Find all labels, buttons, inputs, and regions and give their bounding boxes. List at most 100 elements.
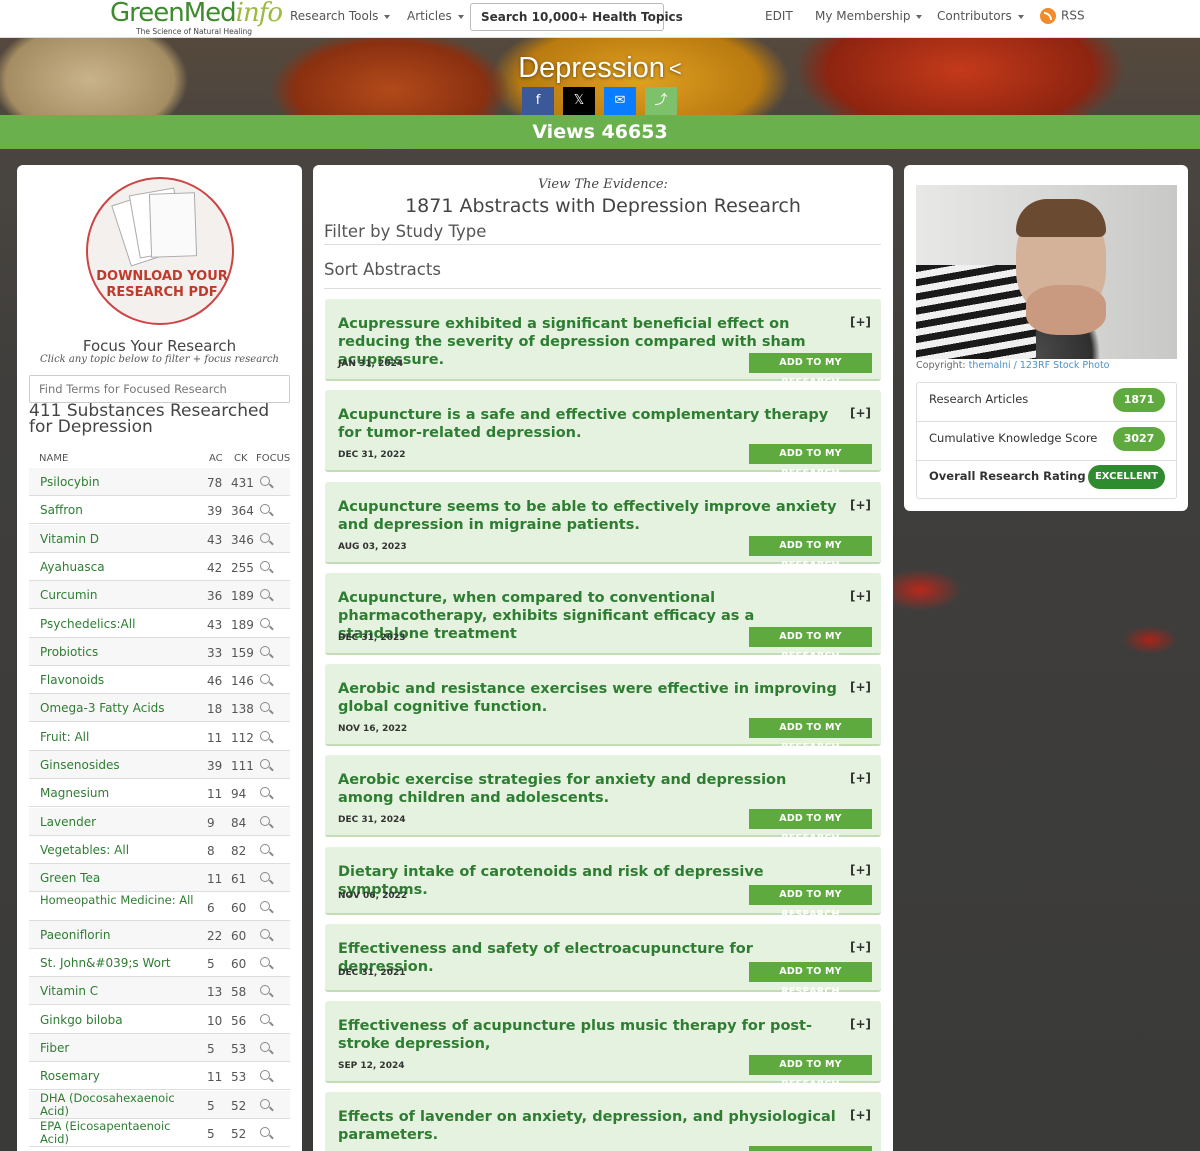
abstract-title-link[interactable]: Effectiveness of acupuncture plus music … [338, 1017, 838, 1053]
substance-row[interactable]: Paeoniflorin 22 60 [29, 920, 290, 949]
filter-study-type[interactable]: Filter by Study Type [324, 222, 881, 245]
focus-search-icon[interactable] [260, 589, 270, 600]
focus-search-icon[interactable] [260, 504, 270, 515]
substance-name[interactable]: Psychedelics:All [40, 617, 135, 631]
substance-row[interactable]: Fruit: All 11 112 [29, 722, 290, 751]
add-to-my-research-button[interactable]: ADD TO MY RESEARCH [749, 444, 872, 479]
substance-name[interactable]: DHA (Docosahexaenoic Acid) [40, 1091, 200, 1118]
substance-row[interactable]: Vitamin D 43 346 [29, 524, 290, 553]
substance-name[interactable]: Vitamin C [40, 985, 98, 998]
nav-contributors[interactable]: Contributors [937, 9, 1024, 23]
col-header-ac[interactable]: AC [209, 453, 223, 464]
expand-abstract-button[interactable]: [+] [850, 1017, 871, 1031]
add-to-my-research-button[interactable]: ADD TO MY RESEARCH [749, 809, 872, 844]
substance-name[interactable]: Saffron [40, 504, 83, 517]
focus-search-icon[interactable] [260, 787, 270, 798]
focus-search-icon[interactable] [260, 957, 270, 968]
substance-row[interactable]: Psychedelics:All 43 189 [29, 609, 290, 638]
abstract-title-link[interactable]: Acupuncture seems to be able to effectiv… [338, 498, 838, 534]
substance-name[interactable]: Rosemary [40, 1070, 100, 1083]
photo-credit-link[interactable]: themalni / 123RF Stock Photo [969, 360, 1110, 371]
add-to-my-research-button[interactable]: ADD TO MY RESEARCH [749, 885, 872, 920]
focus-search-input[interactable] [29, 375, 290, 403]
substance-name[interactable]: Flavonoids [40, 674, 104, 687]
add-to-my-research-button[interactable]: ADD TO MY RESEARCH [749, 353, 872, 388]
substance-name[interactable]: Vegetables: All [40, 843, 129, 857]
substance-row[interactable]: Homeopathic Medicine: All 6 60 [29, 892, 290, 921]
focus-search-icon[interactable] [260, 900, 270, 911]
add-to-my-research-button[interactable]: ADD TO MY RESEARCH [749, 718, 872, 753]
download-pdf-button[interactable]: DOWNLOAD YOUR RESEARCH PDF [86, 177, 234, 325]
facebook-share-button[interactable]: f [522, 87, 554, 115]
substance-name[interactable]: Probiotics [40, 645, 98, 659]
share-share-button[interactable]: ⤴ [645, 87, 677, 115]
nav-articles[interactable]: Articles [407, 9, 464, 23]
nav-research-tools[interactable]: Research Tools [290, 9, 391, 23]
focus-search-icon[interactable] [260, 617, 270, 628]
substance-name[interactable]: Fiber [40, 1042, 69, 1055]
substance-name[interactable]: Omega-3 Fatty Acids [40, 702, 165, 715]
expand-abstract-button[interactable]: [+] [850, 1108, 871, 1122]
substance-row[interactable]: St. John&#039;s Wort 5 60 [29, 949, 290, 978]
focus-search-icon[interactable] [260, 1126, 270, 1137]
add-to-my-research-button[interactable]: ADD TO MY RESEARCH [749, 1055, 872, 1090]
substance-name[interactable]: Magnesium [40, 787, 109, 800]
expand-abstract-button[interactable]: [+] [850, 940, 871, 954]
substance-row[interactable]: Lavender 9 84 [29, 807, 290, 836]
focus-search-icon[interactable] [260, 532, 270, 543]
expand-abstract-button[interactable]: [+] [850, 589, 871, 603]
substance-name[interactable]: Vitamin D [40, 532, 99, 546]
search-topics-button[interactable]: Search 10,000+ Health Topics [470, 3, 683, 31]
substance-name[interactable]: Paeoniflorin [40, 928, 111, 942]
substance-row[interactable]: Probiotics 33 159 [29, 637, 290, 666]
focus-search-icon[interactable] [260, 645, 270, 656]
substance-row[interactable]: Rosemary 11 53 [29, 1062, 290, 1091]
add-to-my-research-button[interactable]: ADD TO MY RESEARCH [749, 1146, 872, 1151]
substance-name[interactable]: Fruit: All [40, 730, 89, 744]
substance-name[interactable]: Homeopathic Medicine: All [40, 893, 200, 907]
substance-row[interactable]: Magnesium 11 94 [29, 779, 290, 808]
focus-search-icon[interactable] [260, 872, 270, 883]
substance-name[interactable]: Lavender [40, 815, 96, 829]
substance-name[interactable]: Green Tea [40, 872, 100, 885]
expand-abstract-button[interactable]: [+] [850, 680, 871, 694]
focus-search-icon[interactable] [260, 730, 270, 741]
sort-abstracts[interactable]: Sort Abstracts [324, 260, 881, 289]
substance-row[interactable]: Flavonoids 46 146 [29, 666, 290, 695]
substance-name[interactable]: St. John&#039;s Wort [40, 957, 171, 970]
abstract-title-link[interactable]: Aerobic and resistance exercises were ef… [338, 680, 838, 716]
focus-search-icon[interactable] [260, 702, 270, 713]
substance-row[interactable]: Vitamin C 13 58 [29, 977, 290, 1006]
substance-row[interactable]: Ginsenosides 39 111 [29, 751, 290, 779]
substance-row[interactable]: Saffron 39 364 [29, 496, 290, 525]
substance-name[interactable]: Curcumin [40, 589, 98, 602]
substance-row[interactable]: Curcumin 36 189 [29, 581, 290, 610]
substance-row[interactable]: Green Tea 11 61 [29, 864, 290, 893]
substance-row[interactable]: Fiber 5 53 [29, 1034, 290, 1062]
nav-my-membership[interactable]: My Membership [815, 9, 923, 23]
focus-search-icon[interactable] [260, 1042, 270, 1052]
substance-name[interactable]: EPA (Eicosapentaenoic Acid) [40, 1119, 200, 1146]
share-icon[interactable]: < [669, 56, 682, 82]
col-header-ck[interactable]: CK [234, 453, 248, 464]
add-to-my-research-button[interactable]: ADD TO MY RESEARCH [749, 536, 872, 571]
expand-abstract-button[interactable]: [+] [850, 771, 871, 785]
substance-row[interactable]: Omega-3 Fatty Acids 18 138 [29, 694, 290, 723]
focus-search-icon[interactable] [260, 1098, 270, 1109]
substance-name[interactable]: Ginsenosides [40, 759, 120, 772]
focus-search-icon[interactable] [260, 843, 270, 854]
expand-abstract-button[interactable]: [+] [850, 863, 871, 877]
substance-row[interactable]: Ayahuasca 42 255 [29, 552, 290, 581]
focus-search-icon[interactable] [260, 560, 270, 571]
substance-row[interactable]: DHA (Docosahexaenoic Acid) 5 52 [29, 1090, 290, 1119]
substance-row[interactable]: EPA (Eicosapentaenoic Acid) 5 52 [29, 1118, 290, 1147]
focus-search-icon[interactable] [260, 1013, 270, 1024]
substance-row[interactable]: Ginkgo biloba 10 56 [29, 1005, 290, 1034]
focus-search-icon[interactable] [260, 985, 270, 996]
focus-search-icon[interactable] [260, 1070, 270, 1081]
focus-search-icon[interactable] [260, 928, 270, 939]
substance-name[interactable]: Psilocybin [40, 476, 100, 489]
col-header-name[interactable]: NAME [39, 453, 68, 464]
substance-row[interactable]: Psilocybin 78 431 [29, 468, 290, 496]
messenger-share-button[interactable]: ✉ [604, 87, 636, 115]
